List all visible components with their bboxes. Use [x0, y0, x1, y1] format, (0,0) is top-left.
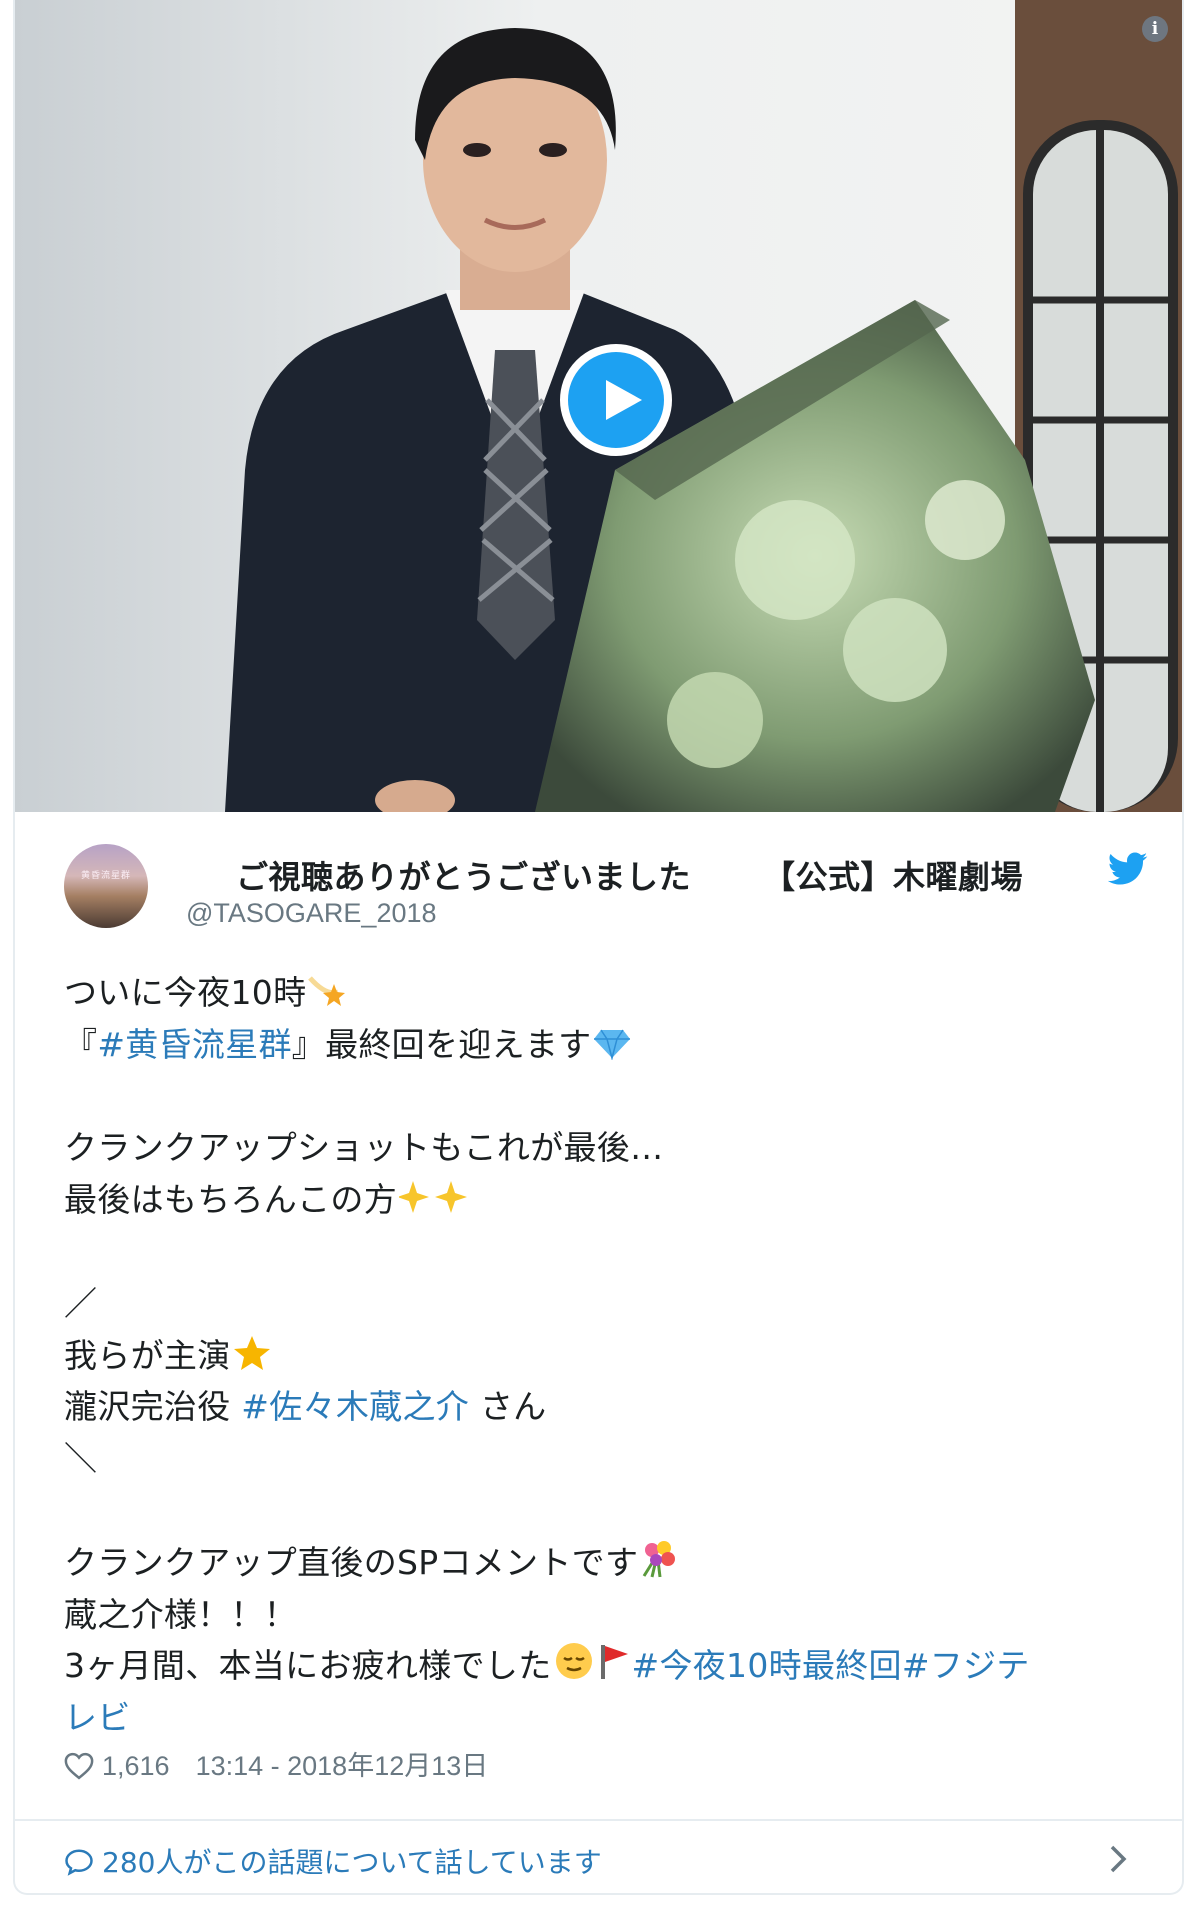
embedded-tweet-card: i 黄昏流星群 ご視聴ありがとうございました 【公式】木曜劇場 @TASOGARE…: [13, 0, 1184, 1895]
gem-emoji-icon: [593, 1023, 631, 1075]
hashtag-link[interactable]: #黄昏流星群: [97, 1025, 291, 1064]
conversation-link[interactable]: 280人がこの話題について話しています: [64, 1841, 602, 1881]
tweet-line: 3ヶ月間、本当にお疲れ様でした #今夜10時最終回#フジテ: [64, 1640, 1154, 1692]
video-thumbnail[interactable]: i: [15, 0, 1182, 812]
hashtag-link[interactable]: #今夜10時最終回: [632, 1646, 902, 1685]
tweet-line: レビ: [64, 1692, 1154, 1744]
tweet-text-segment: 『: [64, 1024, 98, 1064]
heart-icon[interactable]: [64, 1752, 94, 1787]
avatar[interactable]: 黄昏流星群: [64, 844, 148, 928]
hashtag-link-continued[interactable]: レビ: [64, 1698, 131, 1737]
shooting-star-emoji-icon: [308, 971, 346, 1023]
tweet-line: ／: [64, 1283, 98, 1323]
tweet-text-segment: ついに今夜10時: [64, 973, 307, 1012]
tweet-line: クランクアップ直後のSPコメントです: [64, 1537, 1154, 1589]
hashtag-link[interactable]: #佐々木蔵之介: [241, 1387, 469, 1426]
tweet-text: ついに今夜10時 『#黄昏流星群』最終回を迎えます クランクアップショットもこれ…: [64, 967, 1154, 1744]
display-name-right: 【公式】木曜劇場: [763, 858, 1024, 896]
relieved-face-emoji-icon: [554, 1641, 596, 1696]
conversation-text: 280人がこの話題について話しています: [102, 1846, 602, 1879]
tweet-line: クランクアップショットもこれが最後…: [64, 1128, 664, 1168]
star-emoji-icon: [233, 1334, 271, 1386]
tweet-line: 我らが主演: [64, 1330, 1154, 1382]
twitter-bird-icon[interactable]: [1107, 852, 1148, 890]
bouquet-emoji-icon: [640, 1540, 678, 1593]
display-name-left: ご視聴ありがとうございました: [236, 858, 692, 896]
tweet-text-segment: クランクアップ直後のSPコメントです: [64, 1542, 639, 1582]
info-icon[interactable]: i: [1142, 16, 1168, 42]
tweet-header: 黄昏流星群 ご視聴ありがとうございました 【公式】木曜劇場 @TASOGARE_2…: [64, 842, 1164, 942]
tweet-line: 最後はもちろんこの方: [64, 1174, 1154, 1226]
tweet-text-segment: 最後はもちろんこの方: [64, 1180, 397, 1220]
tweet-text-segment: 我らが主演: [64, 1335, 231, 1375]
play-icon: [606, 380, 642, 420]
chevron-right-icon[interactable]: [1108, 1843, 1128, 1879]
tweet-meta: 1,616 13:14 - 2018年12月13日: [64, 1744, 488, 1787]
handle[interactable]: @TASOGARE_2018: [186, 898, 437, 929]
tweet-text-segment: さん: [469, 1387, 547, 1427]
tweet-text-segment: 』最終回を迎えます: [291, 1024, 592, 1064]
speech-bubble-icon: [65, 1849, 93, 1876]
conversation-footer[interactable]: 280人がこの話題について話しています: [15, 1819, 1182, 1893]
avatar-logo-text: 黄昏流星群: [80, 871, 131, 881]
tweet-line: ついに今夜10時: [64, 967, 1154, 1019]
hashtag-link[interactable]: #フジテ: [902, 1646, 1030, 1685]
play-button[interactable]: [560, 344, 672, 456]
tweet-line: ＼: [64, 1439, 98, 1479]
sparkles-emoji-icon: [397, 1178, 471, 1230]
tweet-text-segment: 3ヶ月間、本当にお疲れ様でした: [64, 1646, 552, 1686]
like-count[interactable]: 1,616: [102, 1751, 170, 1781]
red-flag-emoji-icon: [598, 1643, 632, 1696]
tweet-line: 『#黄昏流星群』最終回を迎えます: [64, 1019, 1154, 1071]
tweet-line: 瀧沢完治役 #佐々木蔵之介 さん: [64, 1381, 1154, 1433]
tweet-line: 蔵之介様！！！: [64, 1594, 298, 1634]
timestamp[interactable]: 13:14 - 2018年12月13日: [196, 1751, 489, 1781]
display-name[interactable]: ご視聴ありがとうございました 【公式】木曜劇場: [236, 852, 1023, 898]
tweet-text-segment: 瀧沢完治役: [64, 1387, 242, 1427]
